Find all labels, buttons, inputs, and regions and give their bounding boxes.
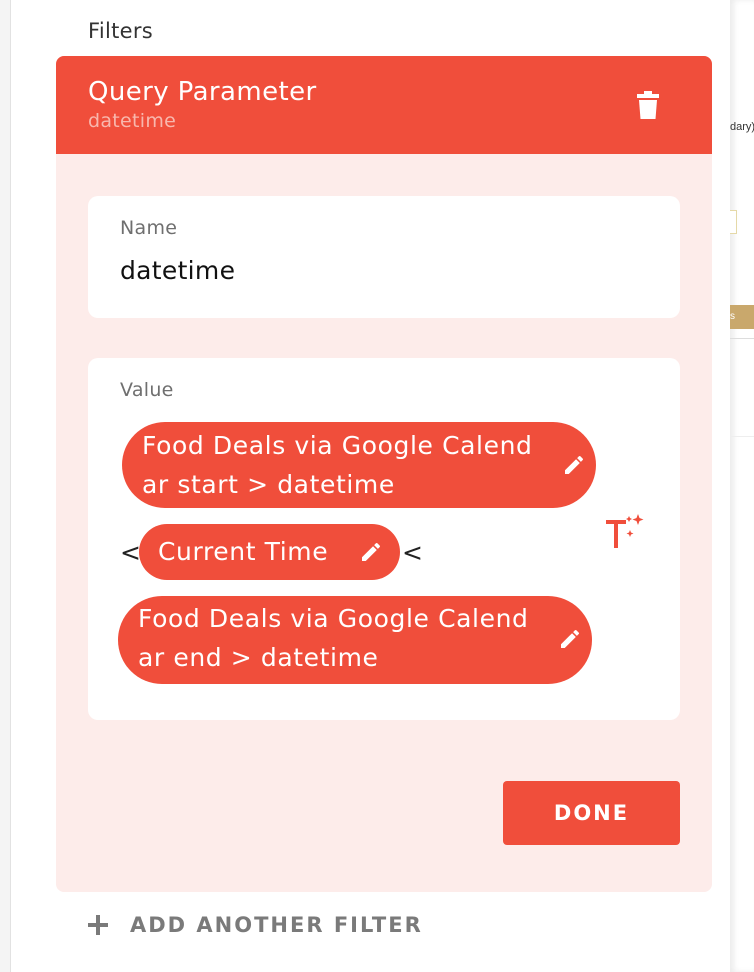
background-right-button: s xyxy=(730,305,754,329)
background-divider xyxy=(730,338,754,339)
token-label: Food Deals via Google Calend ar start > … xyxy=(142,431,533,499)
plus-icon xyxy=(88,915,108,935)
pencil-icon xyxy=(561,629,580,648)
value-token-calendar-start[interactable]: Food Deals via Google Calend ar start > … xyxy=(122,422,596,508)
background-right-panel: dary) s xyxy=(730,0,754,972)
pencil-icon xyxy=(565,455,584,474)
edit-token-button[interactable] xyxy=(358,539,384,565)
name-value[interactable]: datetime xyxy=(120,256,235,285)
filters-heading: Filters xyxy=(88,19,154,43)
edit-token-button[interactable] xyxy=(557,626,583,652)
magic-text-icon[interactable] xyxy=(602,512,648,554)
background-right-input xyxy=(730,210,737,234)
add-another-filter-label: ADD ANOTHER FILTER xyxy=(130,913,423,937)
trash-icon xyxy=(637,91,659,119)
query-parameter-subtitle: datetime xyxy=(88,110,177,132)
edit-token-button[interactable] xyxy=(561,452,587,478)
delete-filter-button[interactable] xyxy=(632,88,664,122)
less-than-operator: < xyxy=(120,538,141,567)
filters-panel: Filters Query Parameter datetime Name da… xyxy=(12,0,730,972)
name-field[interactable]: Name datetime xyxy=(88,196,680,318)
value-token-calendar-end[interactable]: Food Deals via Google Calend ar end > da… xyxy=(118,596,592,684)
less-than-operator: < xyxy=(402,538,423,567)
token-label: Current Time xyxy=(158,537,329,566)
value-token-current-time[interactable]: Current Time xyxy=(139,524,400,580)
left-edge-strip xyxy=(0,0,11,972)
background-right-text: dary) xyxy=(730,121,754,133)
token-label: Food Deals via Google Calend ar end > da… xyxy=(138,604,529,672)
name-label: Name xyxy=(120,217,178,239)
value-label: Value xyxy=(120,379,174,401)
pencil-icon xyxy=(362,542,381,561)
query-parameter-header: Query Parameter datetime xyxy=(56,56,712,154)
query-parameter-card: Query Parameter datetime Name datetime V… xyxy=(56,56,712,892)
value-field[interactable]: Value Food Deals via Google Calend ar st… xyxy=(88,358,680,720)
background-divider xyxy=(730,436,754,437)
done-button[interactable]: DONE xyxy=(503,781,680,845)
query-parameter-title: Query Parameter xyxy=(88,77,317,107)
add-another-filter-button[interactable]: ADD ANOTHER FILTER xyxy=(86,909,423,941)
